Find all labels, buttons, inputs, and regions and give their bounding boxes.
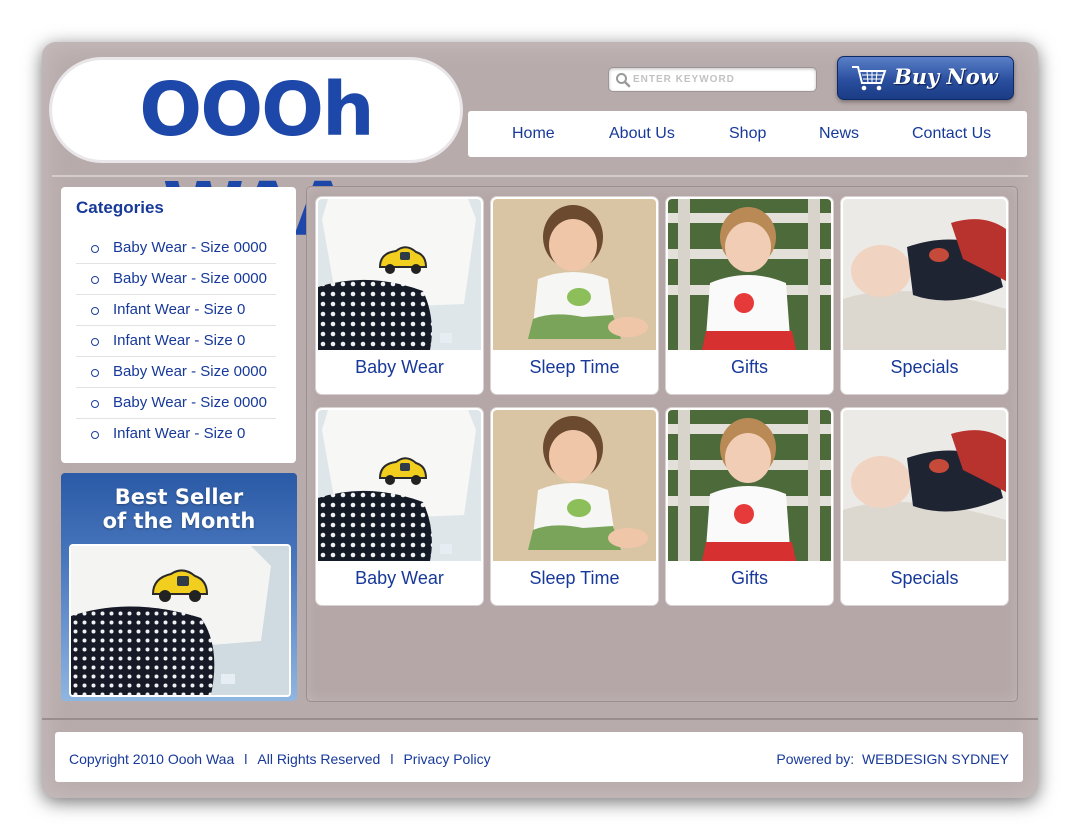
best-seller-panel[interactable]: Best Seller of the Month [61, 473, 297, 701]
onesie-image [71, 546, 289, 695]
main-nav: Home About Us Shop News Contact Us [468, 111, 1027, 157]
category-label: Infant Wear - Size 0 [113, 332, 246, 349]
category-label: Baby Wear - Size 0000 [113, 363, 267, 380]
nav-home[interactable]: Home [512, 111, 555, 157]
category-label: Baby Wear - Size 0000 [113, 270, 267, 287]
category-item[interactable]: Baby Wear - Size 0000 [76, 264, 276, 295]
footer-separator: l [390, 751, 394, 767]
product-card[interactable]: Specials [841, 408, 1008, 605]
toddler-bench-image [668, 410, 831, 561]
onesie-image [318, 199, 481, 350]
powered-by-label: Powered by: [776, 751, 855, 767]
category-label: Infant Wear - Size 0 [113, 301, 246, 318]
bullet-icon [91, 276, 99, 284]
shopping-cart-icon [852, 66, 887, 91]
product-image [318, 199, 481, 350]
product-image [668, 410, 831, 561]
footer-left: Copyright 2010 Oooh Waa l All Rights Reser… [69, 751, 491, 767]
search-box[interactable] [608, 67, 817, 92]
product-label: Specials [890, 568, 959, 588]
webdesign-sydney-link[interactable]: WEBDESIGN SYDNEY [862, 751, 1009, 767]
category-item[interactable]: Baby Wear - Size 0000 [76, 388, 276, 419]
bullet-icon [91, 431, 99, 439]
toddler-bench-image [668, 199, 831, 350]
product-card[interactable]: Baby Wear [316, 197, 483, 394]
site-logo[interactable]: OOOh WAA [52, 60, 460, 253]
baby-blanket-image [843, 410, 1006, 561]
bullet-icon [91, 338, 99, 346]
product-label: Gifts [730, 568, 768, 588]
buy-now-label: Buy Now [894, 64, 998, 89]
best-seller-title: Best Seller of the Month [61, 485, 297, 533]
best-seller-image[interactable] [69, 544, 291, 697]
product-label: Baby Wear [355, 357, 444, 377]
nav-about-us[interactable]: About Us [609, 111, 675, 157]
product-image [318, 410, 481, 561]
category-label: Baby Wear - Size 0000 [113, 239, 267, 256]
product-image [843, 410, 1006, 561]
header-divider [52, 175, 1028, 177]
product-card[interactable]: Specials [841, 197, 1008, 394]
categories-panel: Categories Baby Wear - Size 0000 Baby We… [61, 187, 296, 463]
footer-right: Powered by: WEBDESIGN SYDNEY [776, 751, 1009, 767]
best-seller-line1: Best Seller [114, 485, 244, 509]
category-label: Baby Wear - Size 0000 [113, 394, 267, 411]
search-icon [616, 73, 631, 88]
best-seller-line2: of the Month [102, 509, 256, 533]
product-label: Gifts [730, 357, 768, 377]
product-label: Sleep Time [529, 357, 620, 377]
logo-text: OOOh WAA [139, 67, 374, 253]
footer: Copyright 2010 Oooh Waa l All Rights Reser… [55, 732, 1023, 782]
product-image [493, 199, 656, 350]
copyright-text: Copyright 2010 Oooh Waa [69, 751, 235, 767]
category-item[interactable]: Infant Wear - Size 0 [76, 326, 276, 357]
toddler-sand-image [493, 410, 656, 561]
product-label: Baby Wear [355, 568, 444, 588]
bullet-icon [91, 369, 99, 377]
footer-divider [42, 718, 1038, 720]
buy-now-button[interactable]: Buy Now [837, 56, 1014, 100]
privacy-policy-link[interactable]: Privacy Policy [403, 751, 490, 767]
bullet-icon [91, 245, 99, 253]
toddler-sand-image [493, 199, 656, 350]
category-item[interactable]: Infant Wear - Size 0 [76, 419, 276, 449]
footer-separator: l [244, 751, 248, 767]
search-input[interactable] [633, 71, 808, 87]
product-image [843, 199, 1006, 350]
nav-contact-us[interactable]: Contact Us [912, 111, 991, 157]
baby-blanket-image [843, 199, 1006, 350]
product-image [668, 199, 831, 350]
bullet-icon [91, 307, 99, 315]
product-card[interactable]: Sleep Time [491, 408, 658, 605]
product-card[interactable]: Gifts [666, 408, 833, 605]
rights-text: All Rights Reserved [257, 751, 381, 767]
categories-title: Categories [76, 198, 164, 217]
category-item[interactable]: Baby Wear - Size 0000 [76, 357, 276, 388]
nav-news[interactable]: News [819, 111, 859, 157]
onesie-image [318, 410, 481, 561]
product-label: Specials [890, 357, 959, 377]
product-card[interactable]: Gifts [666, 197, 833, 394]
category-item[interactable]: Infant Wear - Size 0 [76, 295, 276, 326]
nav-shop[interactable]: Shop [729, 111, 766, 157]
product-card[interactable]: Sleep Time [491, 197, 658, 394]
product-card[interactable]: Baby Wear [316, 408, 483, 605]
product-image [493, 410, 656, 561]
category-label: Infant Wear - Size 0 [113, 425, 246, 442]
product-label: Sleep Time [529, 568, 620, 588]
category-item[interactable]: Baby Wear - Size 0000 [76, 233, 276, 264]
bullet-icon [91, 400, 99, 408]
